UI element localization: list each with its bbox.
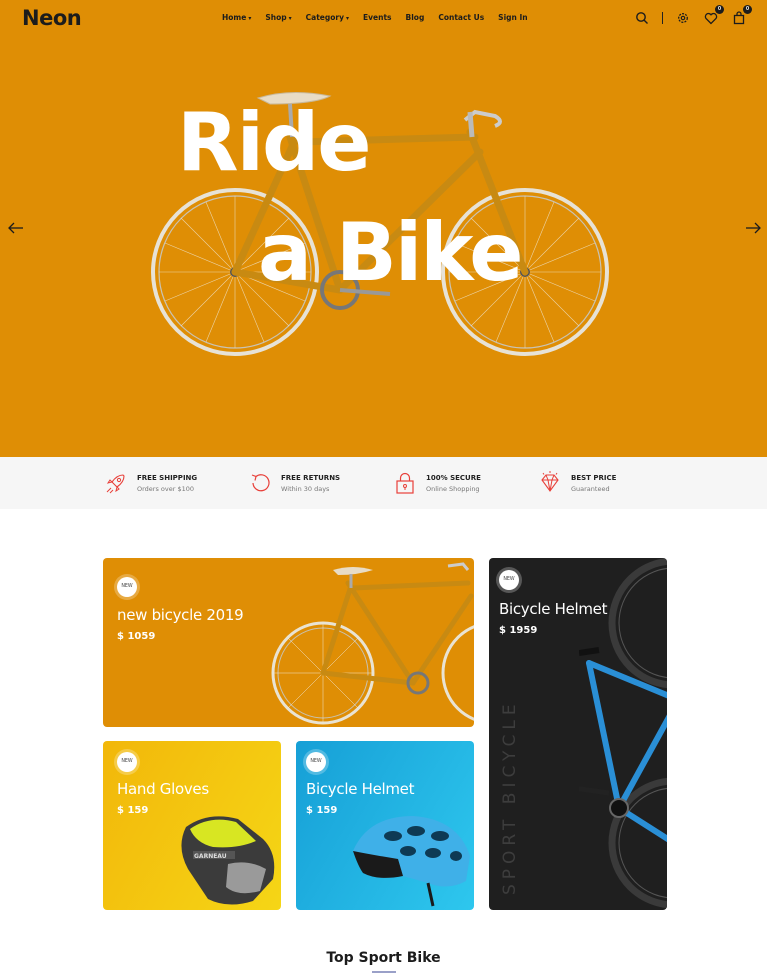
- header: Neon Home ▾ Shop ▾ Category ▾ Events Blog C…: [0, 0, 767, 36]
- arrow-right-icon[interactable]: [743, 218, 763, 238]
- search-icon[interactable]: [634, 10, 650, 26]
- vertical-banner-text: SPORT BICYCLE: [500, 699, 520, 895]
- new-badge: NEW: [117, 752, 137, 772]
- feature-title: BEST PRICE: [571, 473, 617, 482]
- arrow-left-icon[interactable]: [6, 218, 26, 238]
- chevron-down-icon: ▾: [248, 15, 252, 22]
- nav-label: Category: [305, 13, 344, 22]
- nav-label: Shop: [265, 13, 287, 22]
- nav-item-home[interactable]: Home ▾: [222, 13, 251, 22]
- feature-title: FREE RETURNS: [281, 473, 341, 482]
- banner-title: new bicycle 2019: [117, 606, 244, 624]
- diamond-icon: [541, 471, 559, 492]
- return-icon: [251, 474, 270, 492]
- feature-best-price: BEST PRICE Guaranteed: [537, 470, 616, 496]
- feature-free-returns: FREE RETURNS Within 30 days: [247, 470, 340, 496]
- rocket-icon: [106, 474, 125, 494]
- chevron-down-icon: ▾: [288, 15, 292, 22]
- feature-title: 100% SECURE: [426, 473, 481, 482]
- banner-hand-gloves[interactable]: GARNEAU NEW Hand Gloves $ 159: [103, 741, 281, 910]
- settings-icon[interactable]: [675, 10, 691, 26]
- feature-secure: 100% SECURE Online Shopping: [392, 470, 481, 496]
- main-nav: Home ▾ Shop ▾ Category ▾ Events Blog Contac…: [222, 13, 542, 22]
- new-badge: NEW: [499, 570, 519, 590]
- feature-subtitle: Online Shopping: [426, 484, 480, 493]
- nav-item-contact[interactable]: Contact Us: [438, 13, 484, 22]
- banner-title: Bicycle Helmet: [499, 600, 608, 618]
- section-title: Top Sport Bike: [326, 950, 441, 966]
- wishlist-count-badge: 0: [715, 5, 724, 14]
- wishlist-icon[interactable]: 0: [703, 5, 724, 26]
- banner-title: Bicycle Helmet: [306, 780, 415, 798]
- nav-item-shop[interactable]: Shop ▾: [265, 13, 291, 22]
- banner-price: $ 159: [117, 805, 149, 816]
- feature-title: FREE SHIPPING: [137, 473, 198, 482]
- banner-price: $ 1959: [499, 625, 538, 636]
- new-badge: NEW: [306, 752, 326, 772]
- hero-title-line2: a Bike: [258, 206, 524, 299]
- hero-slider: Neon Home ▾ Shop ▾ Category ▾ Events Blog C…: [0, 0, 767, 457]
- svg-text:GARNEAU: GARNEAU: [194, 853, 227, 860]
- feature-subtitle: Within 30 days: [281, 484, 330, 493]
- lock-icon: [396, 472, 414, 494]
- nav-item-sign-in[interactable]: Sign In: [498, 13, 527, 22]
- banner-title: Hand Gloves: [117, 780, 209, 798]
- header-divider: [662, 12, 663, 24]
- feature-free-shipping: FREE SHIPPING Orders over $100: [103, 470, 197, 496]
- banner-new-bicycle[interactable]: NEW new bicycle 2019 $ 1059: [103, 558, 474, 727]
- chevron-down-icon: ▾: [346, 15, 350, 22]
- features-bar: FREE SHIPPING Orders over $100 FREE RETU…: [0, 457, 767, 509]
- nav-label: Home: [222, 13, 247, 22]
- bicycle-image: [271, 562, 474, 725]
- banner-price: $ 1059: [117, 631, 156, 642]
- cart-icon[interactable]: 0: [731, 5, 752, 26]
- cart-count-badge: 0: [743, 5, 752, 14]
- nav-item-blog[interactable]: Blog: [406, 13, 425, 22]
- new-badge: NEW: [117, 577, 137, 597]
- feature-subtitle: Orders over $100: [137, 484, 195, 493]
- helmet-image: [353, 816, 470, 907]
- glove-image: GARNEAU: [181, 816, 275, 905]
- nav-item-events[interactable]: Events: [363, 13, 392, 22]
- feature-subtitle: Guaranteed: [571, 484, 610, 493]
- banner-bicycle-helmet[interactable]: NEW Bicycle Helmet $ 159: [296, 741, 474, 910]
- nav-item-category[interactable]: Category ▾: [306, 13, 349, 22]
- section-title-underline: [372, 971, 396, 973]
- logo[interactable]: Neon: [22, 6, 82, 30]
- hero-title-line1: Ride: [177, 96, 372, 189]
- banner-price: $ 159: [306, 805, 338, 816]
- header-actions: 0 0: [622, 5, 752, 26]
